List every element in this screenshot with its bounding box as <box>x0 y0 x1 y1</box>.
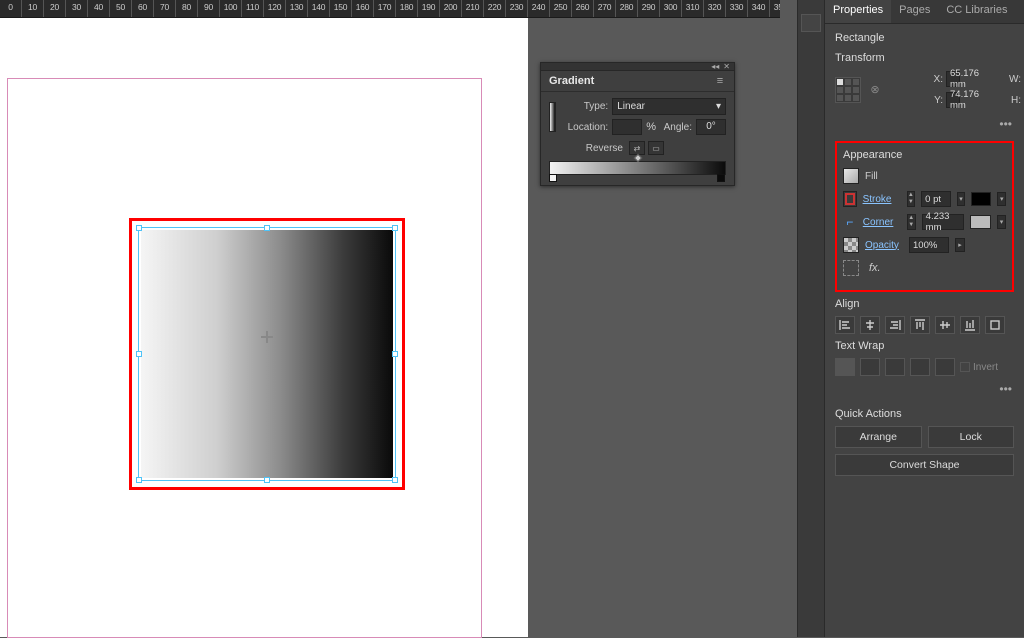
gradient-ramp[interactable] <box>549 161 726 175</box>
properties-panel: Properties Pages CC Libraries Rectangle … <box>825 0 1024 637</box>
resize-handle[interactable] <box>136 225 142 231</box>
gradient-swatch-button[interactable]: ▭ <box>648 141 664 155</box>
align-buttons <box>835 316 1014 334</box>
gradient-panel[interactable]: ◂◂ ✕ Gradient ≡ Type: Linear ▾ Location:… <box>540 62 735 186</box>
gradient-midpoint-handle[interactable] <box>633 154 641 162</box>
align-hcenter-button[interactable] <box>860 316 880 334</box>
textwrap-title: Text Wrap <box>835 340 1014 352</box>
align-bottom-button[interactable] <box>960 316 980 334</box>
dock-icon-column <box>798 0 825 637</box>
textwrap-invert[interactable]: Invert <box>960 362 998 373</box>
stroke-style-dd[interactable]: ▾ <box>997 192 1006 206</box>
tutorial-highlight-appearance: Appearance Fill Stroke ▲▼ 0 pt ▾ ▾ ⌐ Co <box>835 141 1014 292</box>
gradient-type-value: Linear <box>617 101 645 112</box>
opacity-label[interactable]: Opacity <box>865 240 903 251</box>
panel-close-icon[interactable]: ✕ <box>723 62 730 71</box>
resize-handle[interactable] <box>392 477 398 483</box>
tab-pages[interactable]: Pages <box>891 0 938 23</box>
angle-field[interactable]: 0° <box>696 119 726 135</box>
resize-handle[interactable] <box>264 225 270 231</box>
appearance-title: Appearance <box>843 149 1006 161</box>
gradient-stop[interactable] <box>549 174 559 184</box>
more-options-icon[interactable]: ••• <box>835 115 1014 137</box>
panel-dragbar[interactable]: ◂◂ ✕ <box>541 63 734 71</box>
location-field[interactable] <box>612 119 642 135</box>
selection-bounds[interactable] <box>138 227 396 481</box>
angle-label: Angle: <box>660 122 692 133</box>
h-label: H: <box>963 95 1021 106</box>
align-left-button[interactable] <box>835 316 855 334</box>
corner-stepper[interactable]: ▲▼ <box>907 214 916 230</box>
gradient-stop[interactable] <box>717 174 727 184</box>
stroke-weight-dd[interactable]: ▾ <box>957 192 966 206</box>
stroke-style-swatch[interactable] <box>971 192 991 206</box>
panel-collapse-icon[interactable]: ◂◂ <box>711 62 719 71</box>
align-to-button[interactable] <box>985 316 1005 334</box>
gradient-preview-swatch[interactable] <box>549 102 556 132</box>
lock-button[interactable]: Lock <box>928 426 1015 448</box>
align-right-button[interactable] <box>885 316 905 334</box>
transform-title: Transform <box>835 52 1014 64</box>
fill-label[interactable]: Fill <box>865 171 903 182</box>
reference-point-grid[interactable] <box>835 77 861 103</box>
corner-shape-dd[interactable]: ▾ <box>997 215 1006 229</box>
opacity-dd[interactable]: ▸ <box>955 238 965 252</box>
y-field[interactable]: 74.176 mm <box>946 92 960 108</box>
resize-handle[interactable] <box>264 477 270 483</box>
resize-handle[interactable] <box>136 351 142 357</box>
fill-swatch[interactable] <box>843 168 859 184</box>
x-label: X: <box>885 74 943 85</box>
fx-label[interactable]: fx. <box>869 262 881 274</box>
quickactions-title: Quick Actions <box>835 408 1014 420</box>
resize-handle[interactable] <box>392 351 398 357</box>
location-label: Location: <box>562 122 608 133</box>
tab-properties[interactable]: Properties <box>825 0 891 23</box>
dock-icon[interactable] <box>801 14 821 32</box>
textwrap-jumpnext-button[interactable] <box>935 358 955 376</box>
ruler-horizontal[interactable]: 0102030405060708090100110120130140150160… <box>0 0 780 18</box>
panel-title: Gradient <box>549 75 594 87</box>
textwrap-none-button[interactable] <box>835 358 855 376</box>
more-options-icon[interactable]: ••• <box>835 380 1014 402</box>
link-icon[interactable]: ⊗ <box>868 75 882 105</box>
align-top-button[interactable] <box>910 316 930 334</box>
y-label: Y: <box>885 95 943 106</box>
align-vcenter-button[interactable] <box>935 316 955 334</box>
corner-field[interactable]: 4.233 mm <box>922 214 964 230</box>
opacity-icon <box>843 237 859 253</box>
pct-label: % <box>646 121 656 133</box>
stroke-label[interactable]: Stroke <box>863 194 901 205</box>
x-field[interactable]: 65.176 mm <box>946 71 960 87</box>
panel-tabs: Properties Pages CC Libraries <box>825 0 1024 24</box>
gradient-type-select[interactable]: Linear ▾ <box>612 98 726 115</box>
corner-label[interactable]: Corner <box>863 217 901 228</box>
invert-label: Invert <box>973 362 998 373</box>
resize-handle[interactable] <box>136 477 142 483</box>
reverse-label: Reverse <box>549 143 623 154</box>
textwrap-jump-button[interactable] <box>910 358 930 376</box>
arrange-button[interactable]: Arrange <box>835 426 922 448</box>
chevron-down-icon: ▾ <box>716 101 721 112</box>
stroke-weight-field[interactable]: 0 pt <box>921 191 950 207</box>
stroke-swatch[interactable] <box>843 191 857 207</box>
convert-shape-button[interactable]: Convert Shape <box>835 454 1014 476</box>
selection-type: Rectangle <box>835 32 1014 44</box>
frame-fit-icon[interactable] <box>843 260 859 276</box>
corner-icon: ⌐ <box>843 215 857 229</box>
opacity-field[interactable]: 100% <box>909 237 949 253</box>
tab-cc-libraries[interactable]: CC Libraries <box>938 0 1015 23</box>
align-title: Align <box>835 298 1014 310</box>
panel-menu-icon[interactable]: ≡ <box>714 75 726 87</box>
textwrap-shape-button[interactable] <box>885 358 905 376</box>
corner-shape-swatch[interactable] <box>970 215 991 229</box>
w-label: W: <box>963 74 1021 85</box>
textwrap-bbox-button[interactable] <box>860 358 880 376</box>
checkbox-icon[interactable] <box>960 362 970 372</box>
stroke-stepper[interactable]: ▲▼ <box>907 191 916 207</box>
type-label: Type: <box>562 101 608 112</box>
resize-handle[interactable] <box>392 225 398 231</box>
